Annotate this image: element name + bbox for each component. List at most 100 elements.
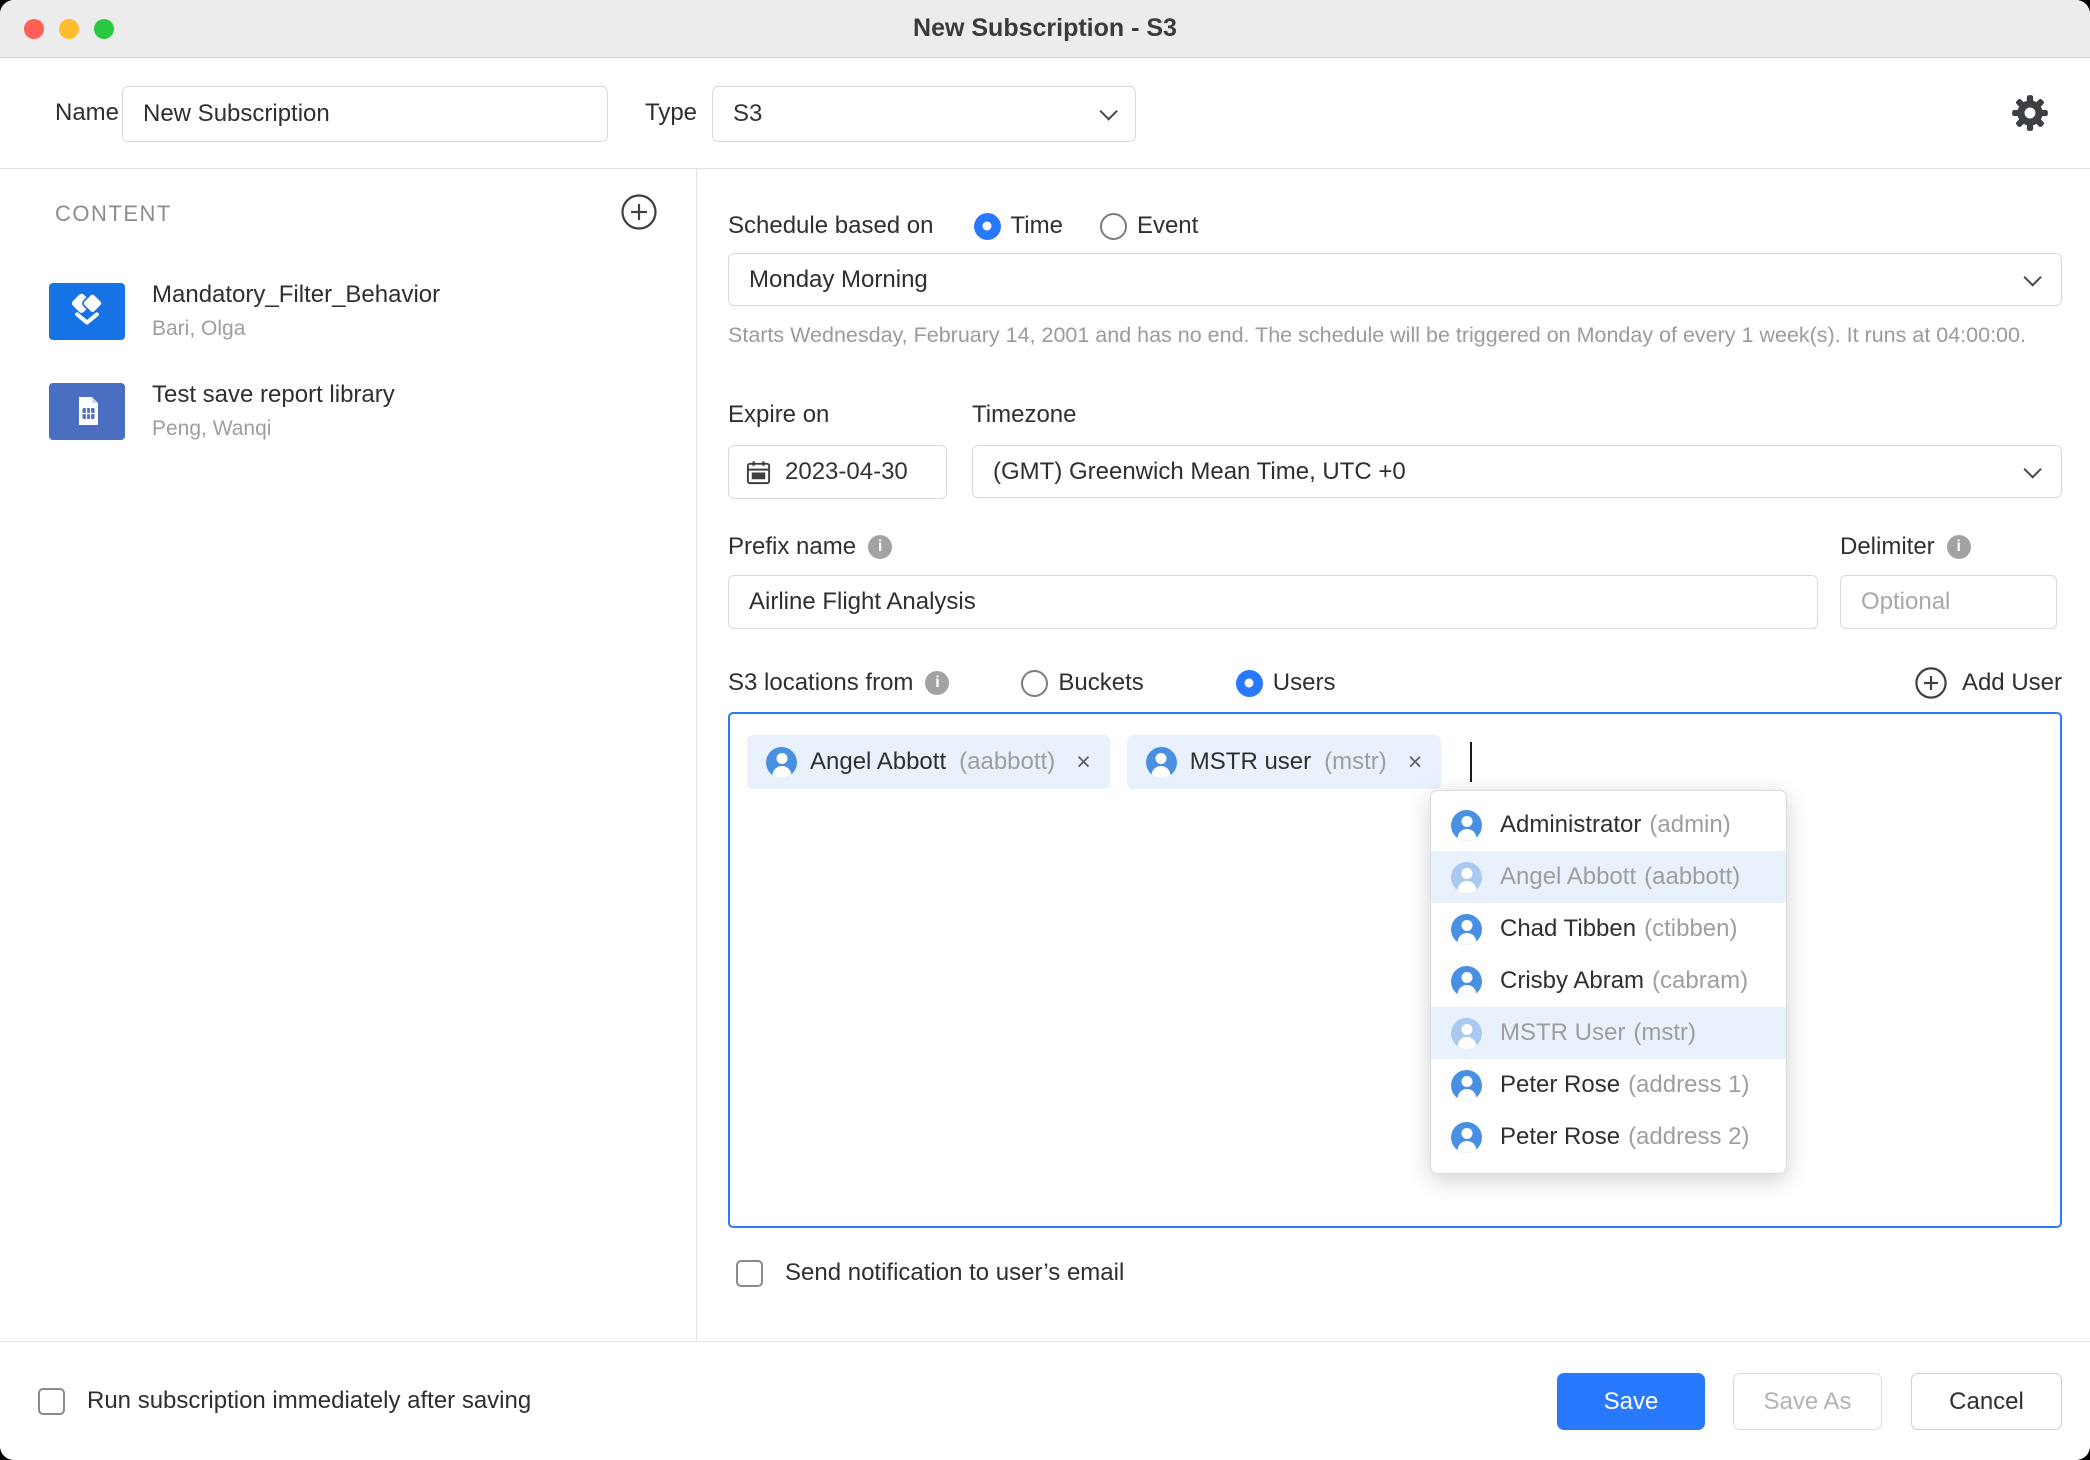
- window-controls: [24, 19, 114, 39]
- user-option: Angel Abbott (aabbott): [1431, 851, 1786, 903]
- name-input[interactable]: [122, 86, 608, 142]
- recipient-chip: Angel Abbott (aabbott) ×: [747, 735, 1110, 789]
- user-option-name: Administrator: [1500, 811, 1641, 839]
- schedule-based-on-row: Schedule based on Time Event: [728, 209, 1198, 243]
- save-button[interactable]: Save: [1557, 1373, 1705, 1430]
- schedule-based-on-label: Schedule based on: [728, 212, 934, 240]
- text-cursor: [1470, 742, 1472, 782]
- recipient-chip: MSTR user (mstr) ×: [1127, 735, 1442, 789]
- content-item-text: Mandatory_Filter_Behavior Bari, Olga: [152, 281, 440, 341]
- name-label: Name: [55, 99, 119, 127]
- user-option-name: Angel Abbott: [1500, 863, 1636, 891]
- user-avatar-icon: [1451, 914, 1482, 945]
- schedule-select-value: Monday Morning: [749, 266, 928, 294]
- user-option-name: Peter Rose: [1500, 1123, 1620, 1151]
- run-immediately-row: Run subscription immediately after savin…: [38, 1387, 531, 1415]
- type-label: Type: [645, 99, 697, 127]
- run-immediately-checkbox[interactable]: [38, 1388, 65, 1415]
- delimiter-info-icon[interactable]: i: [1947, 535, 1971, 559]
- prefix-name-labelrow: Prefix name i: [728, 533, 892, 561]
- content-item-name: Test save report library: [152, 381, 395, 409]
- save-as-button[interactable]: Save As: [1733, 1373, 1882, 1430]
- user-avatar-icon: [1451, 862, 1482, 893]
- add-user-button[interactable]: Add User: [1914, 663, 2062, 703]
- zoom-window-icon[interactable]: [94, 19, 114, 39]
- send-notification-checkbox[interactable]: [736, 1260, 763, 1287]
- new-subscription-dialog: New Subscription - S3 Name Type S3: [0, 0, 2090, 1460]
- user-option[interactable]: Chad Tibben (ctibben): [1431, 903, 1786, 955]
- user-suggestions-dropdown: Administrator (admin) Angel Abbott (aabb…: [1430, 790, 1787, 1174]
- user-option-name: Crisby Abram: [1500, 967, 1644, 995]
- radio-buckets[interactable]: [1021, 670, 1048, 697]
- user-option-name: Peter Rose: [1500, 1071, 1620, 1099]
- delimiter-input[interactable]: [1840, 575, 2057, 629]
- header-row: Name Type S3: [0, 58, 2090, 169]
- user-option-username: (cabram): [1652, 967, 1748, 995]
- delimiter-labelrow: Delimiter i: [1840, 533, 1971, 561]
- content-item-text: Test save report library Peng, Wanqi: [152, 381, 395, 441]
- close-window-icon[interactable]: [24, 19, 44, 39]
- user-avatar-icon: [1451, 966, 1482, 997]
- window-title: New Subscription - S3: [913, 14, 1177, 43]
- send-notification-label[interactable]: Send notification to user’s email: [785, 1259, 1124, 1287]
- content-item-report[interactable]: Test save report library Peng, Wanqi: [49, 375, 666, 447]
- user-avatar-icon: [1451, 810, 1482, 841]
- radio-users-label[interactable]: Users: [1273, 669, 1336, 697]
- radio-users[interactable]: [1236, 670, 1263, 697]
- expire-date-value: 2023-04-30: [785, 458, 908, 486]
- settings-button[interactable]: [2008, 91, 2052, 135]
- chevron-down-icon: [1099, 102, 1117, 120]
- content-item-dossier[interactable]: Mandatory_Filter_Behavior Bari, Olga: [49, 275, 666, 347]
- prefix-info-icon[interactable]: i: [868, 535, 892, 559]
- prefix-name-input[interactable]: [728, 575, 1818, 629]
- user-option[interactable]: Peter Rose (address 2): [1431, 1111, 1786, 1163]
- content-item-name: Mandatory_Filter_Behavior: [152, 281, 440, 309]
- s3-locations-info-icon[interactable]: i: [925, 671, 949, 695]
- remove-chip-icon[interactable]: ×: [1408, 750, 1423, 775]
- user-option-username: (address 1): [1628, 1071, 1749, 1099]
- expire-date-picker[interactable]: 2023-04-30: [728, 445, 947, 499]
- user-option-username: (admin): [1649, 811, 1730, 839]
- type-select-value: S3: [733, 100, 762, 128]
- chevron-down-icon: [2023, 268, 2041, 286]
- radio-event[interactable]: [1100, 213, 1127, 240]
- chevron-down-icon: [2023, 460, 2041, 478]
- send-notification-row: Send notification to user’s email: [736, 1259, 1124, 1287]
- user-option-name: Chad Tibben: [1500, 915, 1636, 943]
- content-sidebar: CONTENT Mandatory_Filter_Behavior Bari, …: [0, 169, 697, 1341]
- radio-time[interactable]: [974, 213, 1001, 240]
- user-option[interactable]: Crisby Abram (cabram): [1431, 955, 1786, 1007]
- user-avatar-icon: [1451, 1070, 1482, 1101]
- recipient-chips: Angel Abbott (aabbott) × MSTR user (mstr…: [747, 735, 2043, 789]
- dialog-footer: Run subscription immediately after savin…: [0, 1341, 2090, 1460]
- calendar-icon: [745, 459, 772, 486]
- radio-buckets-label[interactable]: Buckets: [1058, 669, 1143, 697]
- delimiter-label: Delimiter: [1840, 533, 1935, 561]
- subscription-form: Schedule based on Time Event Monday Morn…: [697, 169, 2090, 1341]
- user-option: MSTR User (mstr): [1431, 1007, 1786, 1059]
- timezone-select-value: (GMT) Greenwich Mean Time, UTC +0: [993, 458, 1406, 486]
- chip-name: Angel Abbott: [810, 748, 946, 776]
- minimize-window-icon[interactable]: [59, 19, 79, 39]
- recipients-input-area[interactable]: Angel Abbott (aabbott) × MSTR user (mstr…: [728, 712, 2062, 1228]
- chip-name: MSTR user: [1190, 748, 1311, 776]
- run-immediately-label[interactable]: Run subscription immediately after savin…: [87, 1387, 531, 1415]
- cancel-button[interactable]: Cancel: [1911, 1373, 2062, 1430]
- timezone-label: Timezone: [972, 401, 1076, 429]
- user-avatar-icon: [766, 747, 797, 778]
- radio-event-label[interactable]: Event: [1137, 212, 1198, 240]
- radio-time-label[interactable]: Time: [1011, 212, 1063, 240]
- add-content-button[interactable]: [620, 193, 658, 231]
- user-option[interactable]: Peter Rose (address 1): [1431, 1059, 1786, 1111]
- report-document-icon: [49, 383, 125, 440]
- user-option-name: MSTR User: [1500, 1019, 1625, 1047]
- timezone-select[interactable]: (GMT) Greenwich Mean Time, UTC +0: [972, 445, 2062, 498]
- add-user-label: Add User: [1962, 669, 2062, 697]
- remove-chip-icon[interactable]: ×: [1076, 750, 1091, 775]
- type-select[interactable]: S3: [712, 86, 1136, 142]
- user-avatar-icon: [1146, 747, 1177, 778]
- schedule-select[interactable]: Monday Morning: [728, 253, 2062, 306]
- plus-circle-icon: [620, 193, 658, 231]
- user-option[interactable]: Administrator (admin): [1431, 799, 1786, 851]
- chip-username: (mstr): [1324, 748, 1387, 776]
